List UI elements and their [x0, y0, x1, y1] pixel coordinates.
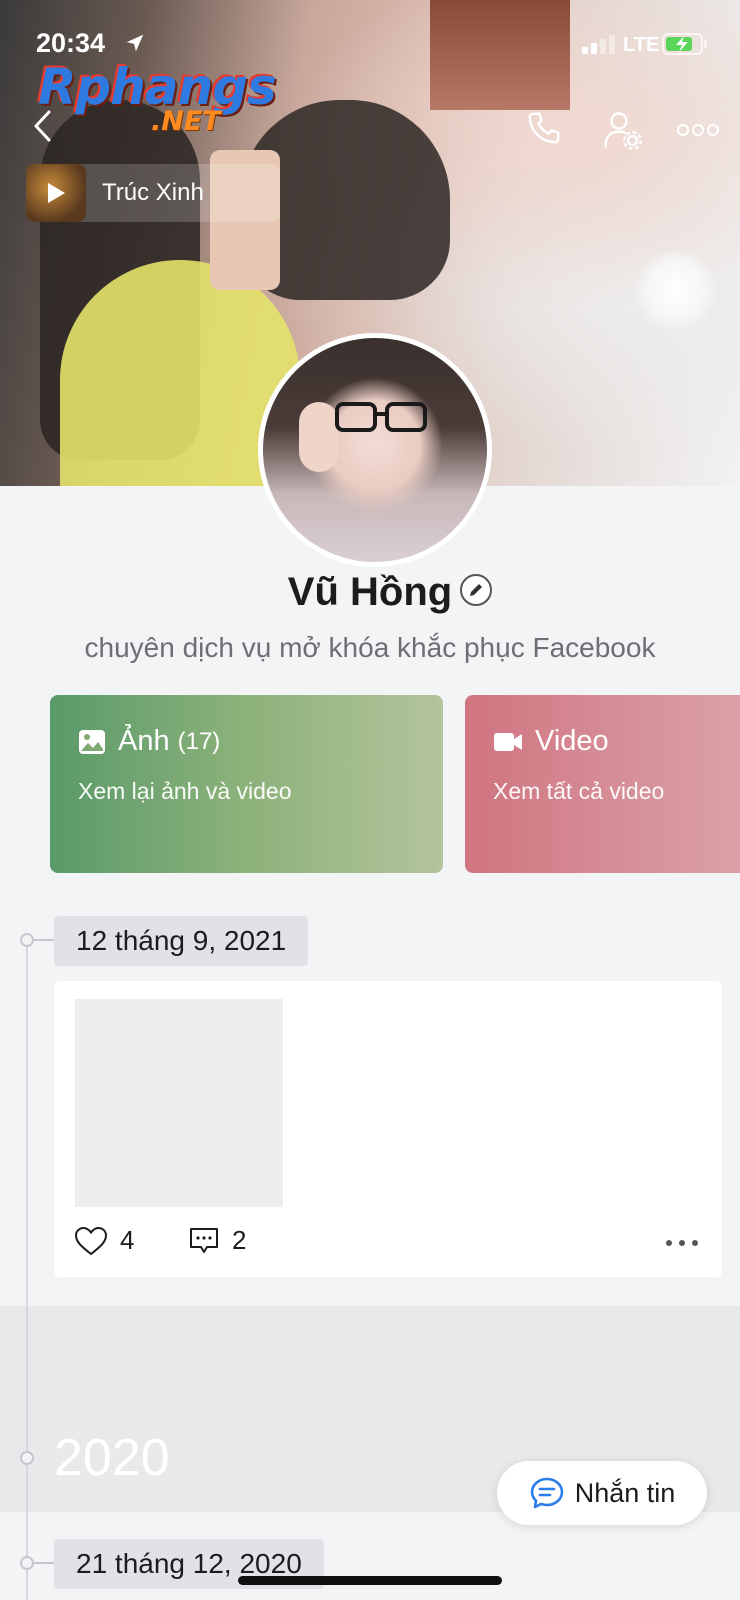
chevron-left-icon — [34, 110, 51, 142]
avatar[interactable] — [258, 333, 492, 567]
timeline-dot — [20, 933, 34, 947]
image-icon — [79, 729, 105, 754]
music-title: Trúc Xinh — [102, 179, 204, 206]
more-horizontal-icon — [677, 124, 719, 136]
photos-title: Ảnh — [118, 725, 170, 757]
heart-icon — [74, 1226, 108, 1255]
avatar-image — [263, 338, 487, 562]
battery-charging-icon — [662, 33, 707, 55]
call-button[interactable] — [522, 106, 566, 150]
post-image[interactable] — [75, 999, 283, 1207]
videos-title: Video — [535, 725, 609, 757]
location-arrow-icon — [126, 34, 144, 52]
message-button-label: Nhắn tin — [574, 1477, 676, 1508]
videos-card[interactable]: Video Xem tất cả video — [465, 695, 740, 873]
timeline-connector — [34, 939, 54, 941]
photos-subtitle: Xem lại ảnh và video — [78, 778, 292, 804]
cover-decoration — [636, 250, 716, 330]
comment-icon — [190, 1227, 218, 1253]
avatar-detail — [299, 402, 339, 472]
comment-count: 2 — [232, 1225, 247, 1255]
back-button[interactable] — [22, 106, 62, 146]
phone-icon — [528, 112, 560, 144]
edit-name-button[interactable] — [460, 574, 492, 606]
timeline-dot — [20, 1451, 34, 1465]
videos-subtitle: Xem tất cả video — [493, 778, 665, 804]
friend-settings-button[interactable] — [598, 106, 646, 154]
timeline-connector — [34, 1562, 54, 1564]
year-label: 2020 — [54, 1429, 170, 1487]
like-count: 4 — [120, 1225, 135, 1255]
chat-bubble-icon — [530, 1477, 564, 1509]
status-bar: 20:34 LTE — [0, 26, 740, 62]
user-settings-icon — [604, 112, 642, 150]
more-horizontal-icon[interactable] — [664, 1233, 700, 1253]
like-button[interactable]: 4 — [74, 1225, 134, 1256]
play-icon — [48, 183, 65, 203]
photos-card[interactable]: Ảnh (17) Xem lại ảnh và video — [50, 695, 443, 873]
network-type: LTE — [623, 34, 660, 56]
watermark-domain: .NET — [151, 106, 221, 137]
timeline-line — [26, 936, 28, 1600]
more-options-button[interactable] — [674, 110, 722, 150]
comment-button[interactable]: 2 — [188, 1225, 246, 1256]
profile-music[interactable]: Trúc Xinh — [26, 164, 280, 222]
timeline-post[interactable]: 4 2 — [54, 981, 722, 1277]
date-header: 12 tháng 9, 2021 — [54, 916, 309, 966]
avatar-detail — [335, 402, 427, 432]
signal-icon — [582, 35, 615, 54]
watermark-logo: Rphangs .NET — [38, 58, 277, 138]
profile-bio: chuyên dịch vụ mở khóa khắc phục Faceboo… — [84, 632, 656, 663]
home-indicator[interactable] — [238, 1576, 502, 1585]
timeline-dot — [20, 1556, 34, 1570]
pencil-icon — [470, 584, 482, 596]
music-thumbnail — [26, 164, 86, 222]
message-button[interactable]: Nhắn tin — [497, 1461, 707, 1525]
photos-count: (17) — [177, 727, 221, 755]
status-time: 20:34 — [36, 28, 106, 58]
video-camera-icon — [494, 732, 522, 751]
profile-name: Vũ Hồng — [287, 570, 453, 614]
